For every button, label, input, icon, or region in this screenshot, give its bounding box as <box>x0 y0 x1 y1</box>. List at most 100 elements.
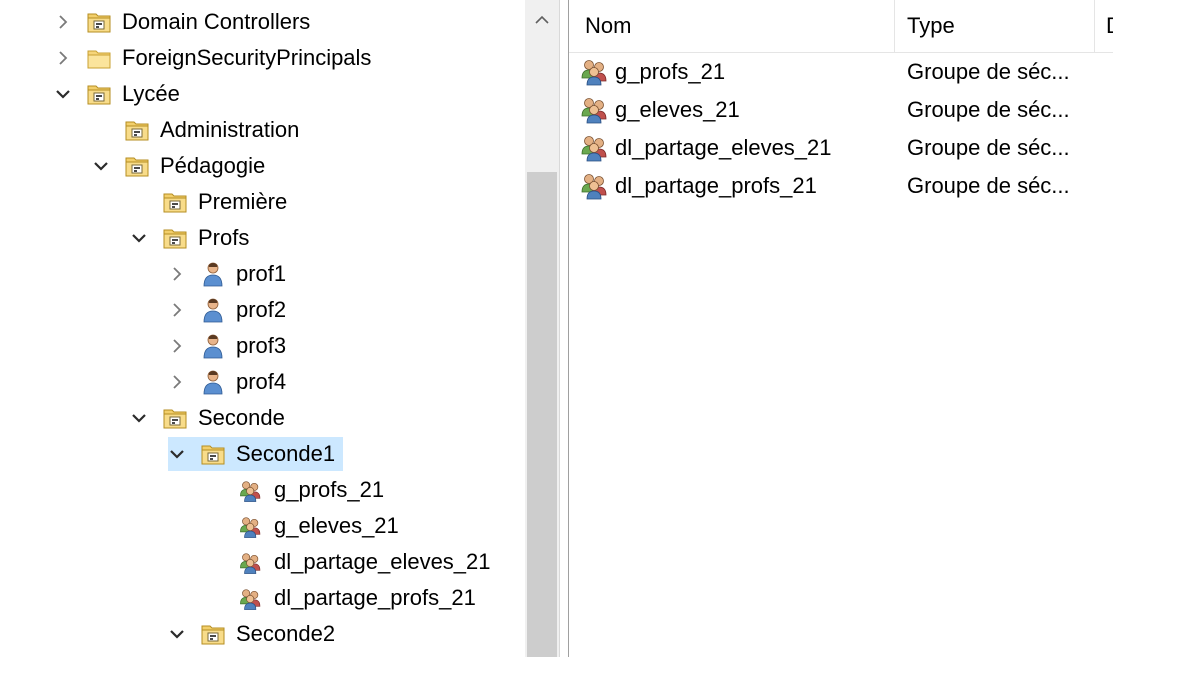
list-item-type: Groupe de séc... <box>907 173 1070 198</box>
tree-expander[interactable] <box>168 373 186 391</box>
list-item-name-cell: dl_partage_eleves_21 <box>579 134 832 162</box>
tree-item[interactable]: Seconde <box>130 401 293 435</box>
tree-item[interactable]: prof4 <box>168 365 294 399</box>
tree-item-label: Première <box>198 189 288 214</box>
scroll-up-button[interactable] <box>525 0 559 40</box>
column-header-nom[interactable]: Nom <box>569 0 895 52</box>
tree-expander[interactable] <box>54 85 72 103</box>
tree-item-label: Domain Controllers <box>122 9 311 34</box>
group-icon <box>238 585 264 611</box>
chevron-right-icon <box>59 15 68 29</box>
tree-item[interactable]: Seconde2 <box>168 617 343 651</box>
ou-folder-icon <box>162 225 188 251</box>
tree-item[interactable]: g_profs_21 <box>206 473 392 507</box>
group-icon <box>579 96 611 124</box>
list-header: Nom Type D <box>569 0 1113 53</box>
tree-item[interactable]: ForeignSecurityPrincipals <box>54 41 379 75</box>
list-item-type: Groupe de séc... <box>907 97 1070 122</box>
tree-scrollbar[interactable] <box>525 0 559 657</box>
list-item-name: dl_partage_eleves_21 <box>615 135 832 160</box>
tree-item[interactable]: dl_partage_profs_21 <box>206 581 484 615</box>
ou-folder-icon <box>124 117 150 143</box>
aduc-window: Domain Controllers ForeignSecurityPrincip… <box>0 0 1113 657</box>
tree-item[interactable]: Profs <box>130 221 257 255</box>
tree-item-label: prof1 <box>236 261 287 286</box>
list-item[interactable]: g_eleves_21 Groupe de séc... <box>569 92 1113 128</box>
tree-item-label: g_eleves_21 <box>274 513 399 538</box>
tree-expander[interactable] <box>168 625 186 643</box>
pane-splitter[interactable] <box>559 0 569 657</box>
tree-item-label: prof3 <box>236 333 287 358</box>
group-icon <box>579 58 611 86</box>
user-icon <box>200 369 226 395</box>
tree-expander[interactable] <box>168 301 186 319</box>
tree-item[interactable]: prof1 <box>168 257 294 291</box>
tree-item-label: Pédagogie <box>160 153 266 178</box>
tree-item-label: Seconde1 <box>236 441 340 467</box>
tree-pane: Domain Controllers ForeignSecurityPrincip… <box>0 0 525 657</box>
list-item-name-cell: dl_partage_profs_21 <box>579 172 817 200</box>
chevron-up-icon <box>535 15 549 24</box>
tree-item-label: Seconde <box>198 405 285 430</box>
chevron-right-icon <box>173 267 182 281</box>
folder-icon <box>86 45 112 71</box>
tree-item[interactable]: Administration <box>92 113 307 147</box>
chevron-right-icon <box>173 375 182 389</box>
column-header-type[interactable]: Type <box>895 0 1095 52</box>
tree-item[interactable]: prof3 <box>168 329 294 363</box>
user-icon <box>200 297 226 323</box>
tree-item-label: Profs <box>198 225 250 250</box>
tree-item[interactable]: Pédagogie <box>92 149 273 183</box>
list-item[interactable]: dl_partage_eleves_21 Groupe de séc... <box>569 130 1113 166</box>
ou-folder-icon <box>200 621 226 647</box>
list-item-name: g_eleves_21 <box>615 97 740 122</box>
list-item[interactable]: g_profs_21 Groupe de séc... <box>569 54 1113 90</box>
list-item-name: g_profs_21 <box>615 59 726 84</box>
list-pane: Nom Type D g_profs_21Groupe de séc...g_e… <box>569 0 1113 657</box>
tree-expander[interactable] <box>168 337 186 355</box>
tree-item[interactable]: prof2 <box>168 293 294 327</box>
list-item-name: dl_partage_profs_21 <box>615 173 817 198</box>
list-item-type: Groupe de séc... <box>907 59 1070 84</box>
tree-item[interactable]: Lycée <box>54 77 188 111</box>
group-icon <box>579 172 611 200</box>
chevron-down-icon <box>132 414 146 423</box>
tree-expander[interactable] <box>54 49 72 67</box>
list-item-type: Groupe de séc... <box>907 135 1070 160</box>
ou-folder-icon <box>162 189 188 215</box>
tree-expander[interactable] <box>92 157 110 175</box>
tree-expander[interactable] <box>168 265 186 283</box>
chevron-down-icon <box>132 234 146 243</box>
chevron-down-icon <box>56 90 70 99</box>
tree-item[interactable]: Première <box>130 185 295 219</box>
tree-item[interactable]: g_eleves_21 <box>206 509 407 543</box>
tree-expander[interactable] <box>130 229 148 247</box>
tree-expander[interactable] <box>168 445 186 463</box>
chevron-right-icon <box>59 51 68 65</box>
tree-item-label: Seconde2 <box>236 621 336 646</box>
chevron-right-icon <box>173 339 182 353</box>
ou-folder-icon <box>200 441 226 467</box>
tree-item[interactable]: Domain Controllers <box>54 5 318 39</box>
group-icon <box>238 477 264 503</box>
tree-item-label: dl_partage_profs_21 <box>274 585 476 610</box>
user-icon <box>200 333 226 359</box>
chevron-right-icon <box>173 303 182 317</box>
user-icon <box>200 261 226 287</box>
scroll-thumb[interactable] <box>527 172 557 657</box>
ou-folder-icon <box>86 81 112 107</box>
list-item[interactable]: dl_partage_profs_21 Groupe de séc... <box>569 168 1113 204</box>
tree-item-label: dl_partage_eleves_21 <box>274 549 491 574</box>
group-icon <box>579 134 611 162</box>
group-icon <box>238 513 264 539</box>
column-header-description[interactable]: D <box>1095 0 1113 52</box>
tree-item[interactable]: dl_partage_eleves_21 <box>206 545 499 579</box>
tree-item-label: Lycée <box>122 81 180 106</box>
chevron-down-icon <box>170 450 184 459</box>
tree-item-label: Administration <box>160 117 300 142</box>
ou-folder-icon <box>162 405 188 431</box>
tree-expander[interactable] <box>54 13 72 31</box>
tree-item[interactable]: Seconde1 <box>168 437 344 471</box>
ou-folder-icon <box>124 153 150 179</box>
tree-expander[interactable] <box>130 409 148 427</box>
